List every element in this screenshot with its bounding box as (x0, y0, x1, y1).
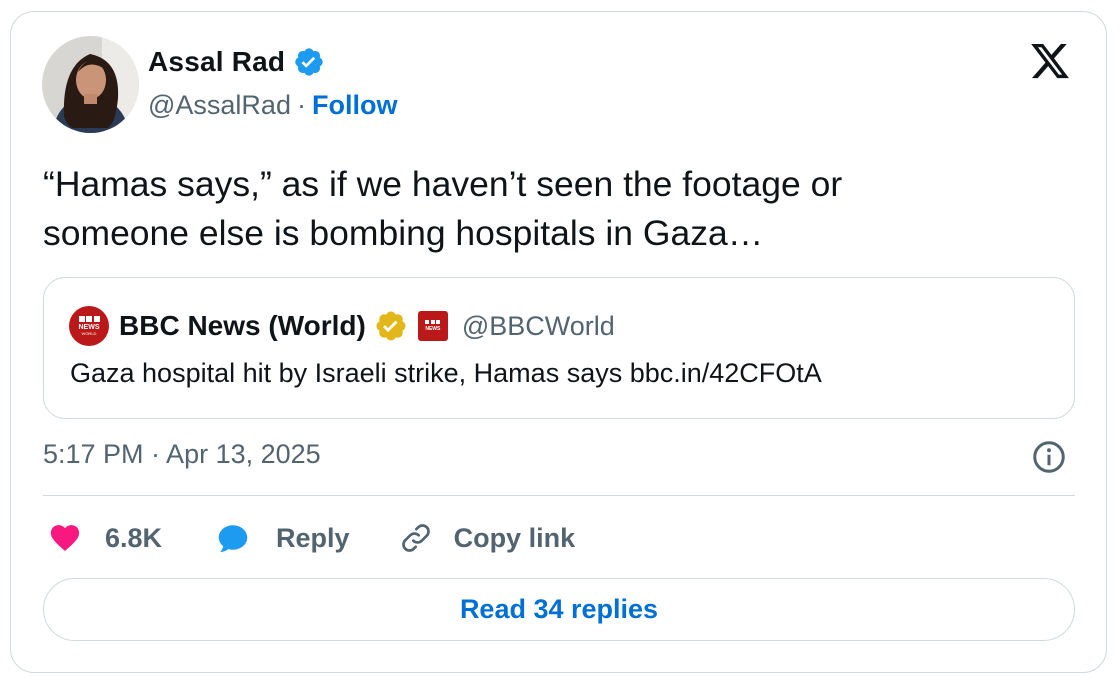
info-icon[interactable] (1031, 439, 1067, 475)
quoted-author-handle[interactable]: @BBCWorld (462, 311, 615, 342)
like-count: 6.8K (105, 522, 163, 553)
copy-link-button[interactable]: Copy link (398, 520, 576, 556)
bbc-logo-news-text: NEWS (78, 324, 100, 331)
bbc-logo-world-text: WORLD (81, 331, 97, 336)
quoted-tweet-header: NEWS WORLD BBC News (World) NEWS @BBCWor… (69, 306, 615, 346)
like-button[interactable]: 6.8K (47, 521, 162, 555)
tweet-card: Assal Rad @AssalRad · Follow “Hamas says… (10, 11, 1107, 673)
follow-button[interactable]: Follow (312, 90, 397, 121)
tweet-text-line-1: “Hamas says,” as if we haven’t seen the … (43, 164, 843, 204)
tweet-text-line-2: someone else is bombing hospitals in Gaz… (43, 213, 764, 253)
verified-badge-icon (295, 48, 323, 76)
bbc-affiliate-badge: NEWS (417, 311, 448, 341)
x-logo-icon[interactable] (1027, 40, 1073, 82)
gold-verified-badge-icon (376, 311, 406, 341)
copy-link-label: Copy link (453, 522, 576, 553)
reply-label: Reply (276, 522, 350, 553)
quoted-author-name[interactable]: BBC News (World) (119, 310, 366, 342)
link-icon (401, 524, 430, 552)
divider (43, 495, 1075, 496)
tweet-text: “Hamas says,” as if we haven’t seen the … (43, 160, 1043, 258)
bbc-badge-news-text: NEWS (425, 326, 441, 332)
timestamp[interactable]: 5:17 PM · Apr 13, 2025 (43, 439, 321, 470)
heart-icon (50, 525, 80, 552)
separator-dot: · (296, 90, 306, 120)
author-name[interactable]: Assal Rad (148, 46, 285, 78)
author-handle[interactable]: @AssalRad (148, 90, 291, 121)
bbc-avatar[interactable]: NEWS WORLD (69, 306, 109, 346)
reply-button[interactable]: Reply (214, 520, 350, 556)
author-name-row: Assal Rad (148, 46, 325, 78)
quoted-tweet-text: Gaza hospital hit by Israeli strike, Ham… (70, 358, 822, 388)
action-bar: 6.8K Reply Copy link (47, 520, 575, 556)
avatar[interactable] (42, 36, 139, 133)
quoted-tweet[interactable]: NEWS WORLD BBC News (World) NEWS @BBCWor… (43, 277, 1075, 419)
speech-bubble-icon (218, 525, 248, 552)
read-replies-button[interactable]: Read 34 replies (43, 578, 1075, 641)
author-handle-row: @AssalRad · Follow (148, 90, 397, 121)
